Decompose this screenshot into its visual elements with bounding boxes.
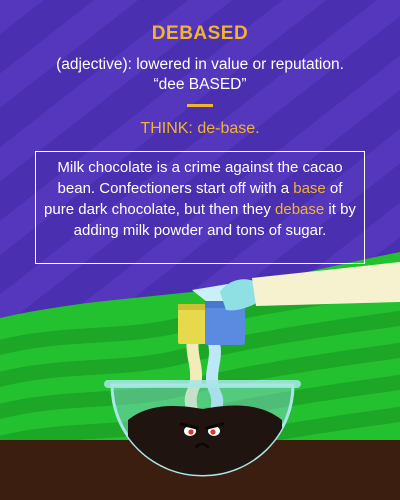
pronunciation-text: “dee BASED” <box>153 76 247 93</box>
story-highlight-debase: debase <box>275 201 325 218</box>
story-highlight-base: base <box>293 180 326 197</box>
story-box: Milk chocolate is a crime against the ca… <box>35 151 365 264</box>
headword: DEBASED <box>151 23 249 44</box>
think-mnemonic: THINK: de-base. <box>140 120 260 137</box>
vocab-card: DEBASED (adjective): lowered in value or… <box>0 0 400 500</box>
sugar-packet-icon <box>178 304 206 344</box>
definition-block: (adjective): lowered in value or reputat… <box>30 55 370 95</box>
definition-text: (adjective): lowered in value or reputat… <box>56 56 344 73</box>
divider-line <box>187 104 213 107</box>
